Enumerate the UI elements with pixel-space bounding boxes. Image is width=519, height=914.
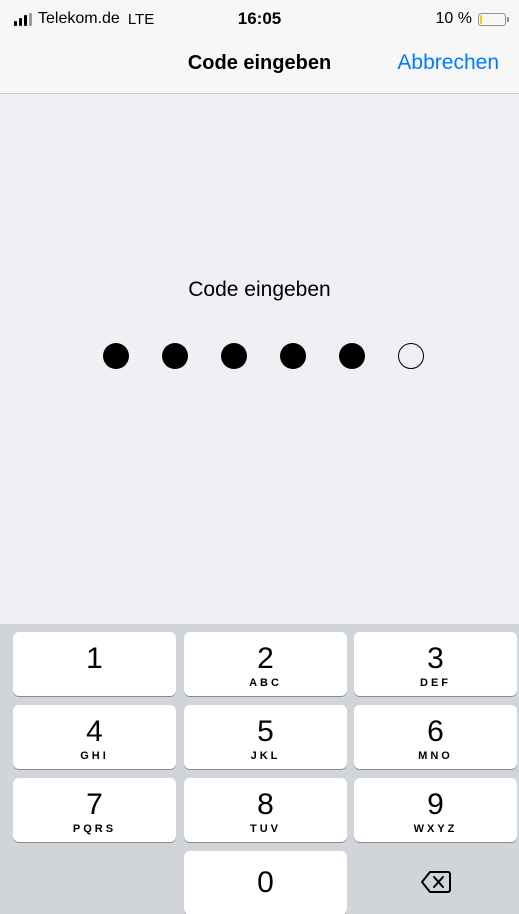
passcode-dot-filled (162, 343, 188, 369)
delete-button[interactable] (354, 851, 517, 914)
key-digit: 7 (86, 788, 103, 821)
navigation-bar: Code eingeben Abbrechen (0, 40, 519, 94)
battery-icon (478, 12, 506, 26)
key-9[interactable]: 9 WXYZ (354, 778, 517, 842)
passcode-dot-filled (339, 343, 365, 369)
battery-tip (507, 16, 509, 22)
key-letters: WXYZ (413, 823, 458, 835)
backspace-icon (420, 871, 451, 893)
passcode-dot-filled (280, 343, 306, 369)
key-digit: 4 (86, 715, 103, 748)
key-letters: TUV (250, 823, 281, 835)
status-right: 10 % (436, 8, 509, 30)
key-3[interactable]: 3 DEF (354, 632, 517, 696)
key-7[interactable]: 7 PQRS (13, 778, 176, 842)
key-digit: 2 (257, 642, 274, 675)
key-letters: PQRS (72, 823, 117, 835)
passcode-dots (103, 343, 424, 369)
key-0[interactable]: 0 (184, 851, 347, 914)
key-1[interactable]: 1 (13, 632, 176, 696)
battery-percent: 10 % (435, 10, 472, 27)
passcode-dot-empty (398, 343, 424, 369)
key-letters: JKL (250, 750, 281, 762)
key-digit: 9 (427, 788, 444, 821)
key-letters: GHI (80, 750, 109, 762)
key-8[interactable]: 8 TUV (184, 778, 347, 842)
numeric-keypad: 1 2 ABC 3 DEF 4 GHI 5 JKL 6 MNO 7 PQRS 8 (0, 624, 519, 914)
key-digit: 1 (86, 642, 103, 675)
key-letters: DEF (420, 677, 451, 689)
key-2[interactable]: 2 ABC (184, 632, 347, 696)
key-5[interactable]: 5 JKL (184, 705, 347, 769)
key-digit: 8 (257, 788, 274, 821)
key-digit: 0 (257, 866, 274, 899)
key-letters: ABC (249, 677, 282, 689)
key-4[interactable]: 4 GHI (13, 705, 176, 769)
key-digit: 5 (257, 715, 274, 748)
passcode-dot-filled (221, 343, 247, 369)
key-digit: 6 (427, 715, 444, 748)
cancel-button[interactable]: Abbrechen (397, 40, 499, 86)
passcode-dot-filled (103, 343, 129, 369)
key-letters: MNO (418, 750, 453, 762)
key-digit: 3 (427, 642, 444, 675)
passcode-prompt: Code eingeben (188, 278, 331, 301)
key-6[interactable]: 6 MNO (354, 705, 517, 769)
status-bar: Telekom.de LTE 16:05 10 % (0, 0, 519, 40)
battery-level-fill (480, 14, 482, 24)
passcode-screen: Telekom.de LTE 16:05 10 % Code eingeben … (0, 0, 519, 914)
